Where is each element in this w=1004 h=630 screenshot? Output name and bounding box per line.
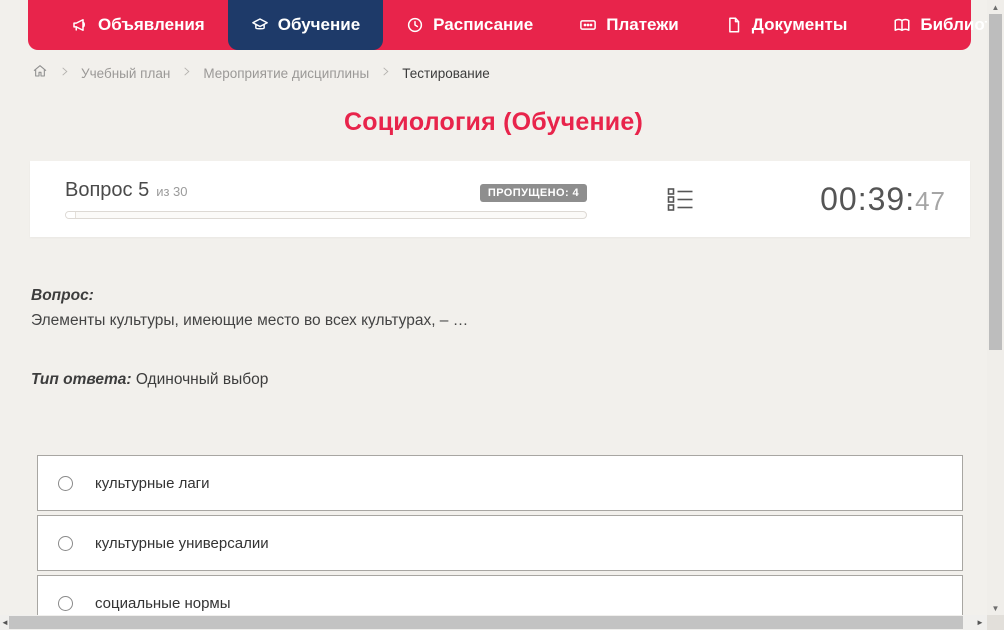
graduation-cap-icon (251, 16, 269, 34)
breadcrumb-discipline-event[interactable]: Мероприятие дисциплины (203, 66, 369, 81)
top-navbar: Объявления Обучение Расписание Платежи Д… (28, 0, 987, 50)
vertical-scrollbar-thumb[interactable] (989, 14, 1002, 350)
timer-seconds: 47 (915, 185, 946, 216)
question-progress-card: Вопрос 5 из 30 ПРОПУЩЕНО: 4 00:39:47 (30, 161, 970, 237)
page-title: Социология (Обучение) (344, 108, 643, 136)
nav-item-schedule[interactable]: Расписание (383, 0, 556, 50)
answer-option-label: социальные нормы (95, 594, 231, 612)
scroll-down-arrow[interactable]: ▼ (987, 601, 1004, 615)
megaphone-icon (71, 16, 89, 34)
nav-item-learning[interactable]: Обучение (227, 0, 384, 50)
question-section: Вопрос: Элементы культуры, имеющие место… (31, 287, 987, 389)
nav-item-label: Документы (751, 15, 848, 34)
timer-minutes: 00:39: (820, 180, 916, 217)
radio-button[interactable] (58, 475, 73, 491)
scroll-up-arrow[interactable]: ▲ (987, 0, 1004, 14)
banknote-icon (579, 16, 597, 34)
document-icon (725, 16, 743, 34)
clock-icon (406, 16, 424, 34)
vertical-scrollbar[interactable]: ▲ ▼ (987, 0, 1004, 615)
answer-option-label: культурные универсалии (95, 534, 269, 552)
scroll-right-arrow[interactable]: ► (975, 615, 985, 630)
radio-button[interactable] (58, 595, 73, 611)
book-icon (893, 16, 911, 34)
chevron-right-icon (181, 64, 192, 82)
radio-button[interactable] (58, 535, 73, 551)
answer-type-value: Одиночный выбор (135, 371, 269, 388)
breadcrumb-testing: Тестирование (402, 65, 490, 81)
skipped-badge: ПРОПУЩЕНО: 4 (479, 184, 587, 202)
answer-type-row: Тип ответа: Одиночный выбор (31, 371, 987, 389)
chevron-right-icon (380, 64, 391, 82)
question-text: Элементы культуры, имеющие место во всех… (31, 312, 469, 329)
question-number: Вопрос 5 (65, 179, 150, 201)
progress-bar-fill (66, 212, 77, 218)
nav-item-library[interactable]: Библиотека (870, 0, 987, 50)
horizontal-scrollbar-thumb[interactable] (9, 616, 963, 629)
question-progress-left: Вопрос 5 из 30 ПРОПУЩЕНО: 4 (30, 179, 587, 219)
nav-item-label: Обучение (277, 15, 361, 34)
timer: 00:39:47 (820, 181, 970, 218)
chevron-right-icon (59, 64, 70, 82)
main-content: Объявления Обучение Расписание Платежи Д… (0, 0, 987, 615)
nav-item-label: Платежи (606, 15, 679, 34)
answer-option-1[interactable]: культурные лаги (37, 455, 963, 511)
nav-item-label: Расписание (433, 15, 534, 34)
nav-item-announcements[interactable]: Объявления (48, 0, 228, 50)
answer-option-2[interactable]: культурные универсалии (37, 515, 963, 571)
answer-options: культурные лаги культурные универсалии с… (37, 455, 963, 615)
answer-option-3[interactable]: социальные нормы (37, 575, 963, 615)
breadcrumb: Учебный план Мероприятие дисциплины Тест… (32, 64, 987, 82)
question-total: из 30 (156, 184, 188, 199)
horizontal-scrollbar[interactable]: ◄ ► (0, 615, 987, 630)
nav-item-label: Библиотека (920, 15, 987, 34)
nav-item-label: Объявления (98, 15, 205, 34)
question-list-button[interactable] (667, 186, 694, 213)
answer-option-label: культурные лаги (95, 474, 210, 492)
question-list-icon (667, 187, 693, 211)
scrollbar-corner (987, 615, 1004, 630)
nav-item-documents[interactable]: Документы (702, 0, 871, 50)
breadcrumb-curriculum[interactable]: Учебный план (81, 66, 170, 81)
answer-type-label: Тип ответа: (31, 371, 132, 388)
question-label: Вопрос: (31, 287, 94, 304)
progress-bar (65, 211, 587, 219)
nav-item-payments[interactable]: Платежи (556, 0, 702, 50)
home-icon[interactable] (32, 63, 48, 84)
